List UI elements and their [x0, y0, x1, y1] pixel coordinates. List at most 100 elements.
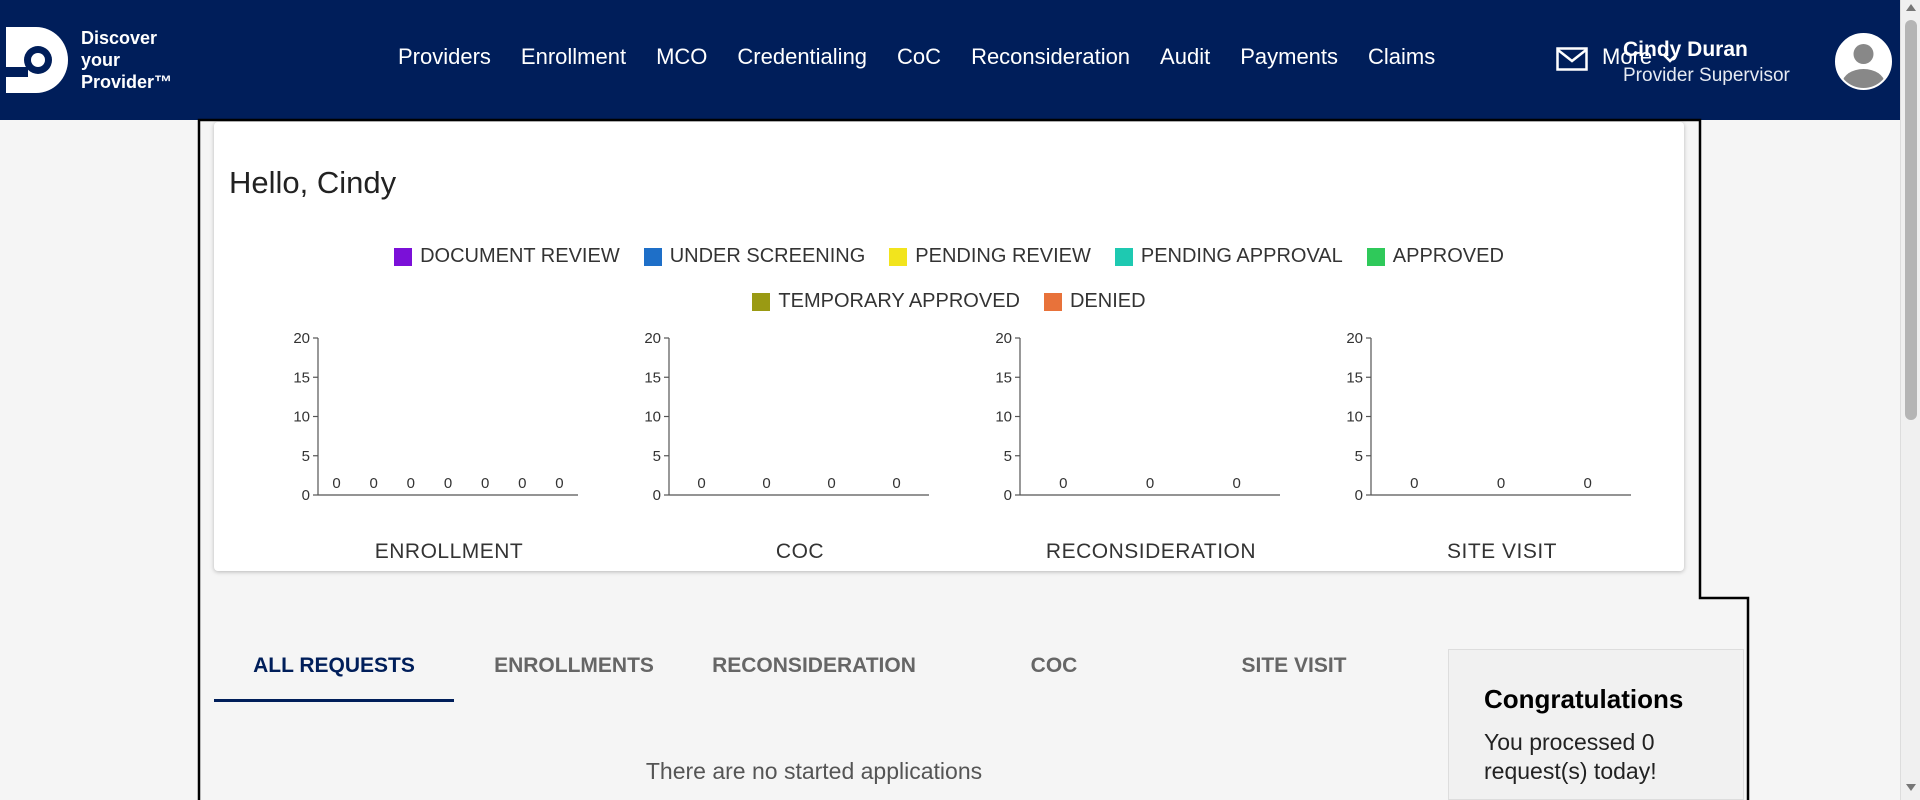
- legend-label: UNDER SCREENING: [669, 245, 866, 267]
- y-tick-label: 10: [1346, 409, 1363, 426]
- legend-swatch: [1114, 247, 1133, 266]
- bar-value-label: 0: [407, 475, 415, 492]
- y-tick-label: 20: [1346, 330, 1363, 347]
- coc-chart: 0 5 10 15 20 0 0 0 0: [644, 330, 929, 504]
- legend-item[interactable]: DOCUMENT REVIEW: [394, 245, 620, 268]
- legend-label: PENDING REVIEW: [915, 245, 1091, 267]
- bar-value-label: 0: [697, 475, 705, 492]
- chart-legend: DOCUMENT REVIEW UNDER SCREENING PENDING …: [214, 245, 1684, 268]
- scroll-up-arrow-icon[interactable]: [1906, 4, 1916, 11]
- legend-label: DENIED: [1069, 290, 1146, 312]
- legend-swatch: [1366, 247, 1385, 266]
- logo-line: your: [81, 50, 121, 70]
- y-tick-label: 0: [302, 487, 310, 504]
- tab-site-visit[interactable]: SITE VISIT: [1174, 640, 1414, 702]
- y-tick-label: 20: [644, 330, 661, 347]
- y-tick-label: 15: [1346, 369, 1363, 386]
- congrats-text: You processed 0 request(s) today!: [1484, 729, 1657, 784]
- top-navigation-bar: Discover your Provider™ Providers Enroll…: [0, 0, 1900, 120]
- empty-state-message: There are no started applications: [645, 758, 983, 784]
- bar-value-label: 0: [1146, 475, 1154, 492]
- bar-value-label: 0: [1232, 475, 1240, 492]
- user-name: Cindy Duran: [1623, 38, 1748, 61]
- discover-provider-logo[interactable]: [6, 27, 70, 93]
- tab-enrollments[interactable]: ENROLLMENTS: [454, 640, 694, 702]
- legend-swatch: [889, 247, 908, 266]
- legend-swatch: [394, 247, 413, 266]
- legend-item[interactable]: TEMPORARY APPROVED: [752, 290, 1020, 313]
- bar-value-label: 0: [892, 475, 900, 492]
- bar-value-label: 0: [827, 475, 835, 492]
- tab-reconsideration[interactable]: RECONSIDERATION: [694, 640, 934, 702]
- user-avatar-icon[interactable]: [1835, 33, 1892, 90]
- legend-swatch: [643, 247, 662, 266]
- tab-coc[interactable]: COC: [934, 640, 1174, 702]
- bar-value-label: 0: [332, 475, 340, 492]
- logo-wordmark: Discover your Provider™: [81, 27, 172, 93]
- nav-item-payments[interactable]: Payments: [1240, 44, 1338, 70]
- user-role: Provider Supervisor: [1623, 65, 1790, 86]
- bar-value-label: 0: [370, 475, 378, 492]
- bar-value-label: 0: [481, 475, 489, 492]
- bar-value-label: 0: [1583, 475, 1591, 492]
- chart-title: COC: [775, 540, 825, 563]
- request-tabs: ALL REQUESTS ENROLLMENTS RECONSIDERATION…: [214, 640, 1414, 702]
- logo-line: Discover: [81, 28, 158, 48]
- y-tick-label: 5: [1355, 448, 1363, 465]
- y-tick-label: 5: [1004, 448, 1012, 465]
- y-tick-label: 10: [644, 409, 661, 426]
- legend-label: PENDING APPROVAL: [1140, 245, 1343, 267]
- y-tick-label: 15: [995, 369, 1012, 386]
- nav-item-claims[interactable]: Claims: [1368, 44, 1435, 70]
- legend-item[interactable]: DENIED: [1043, 290, 1146, 313]
- legend-label: DOCUMENT REVIEW: [420, 245, 620, 267]
- nav-item-audit[interactable]: Audit: [1160, 44, 1210, 70]
- y-tick-label: 0: [653, 487, 661, 504]
- nav-item-reconsideration[interactable]: Reconsideration: [971, 44, 1130, 70]
- y-tick-label: 15: [644, 369, 661, 386]
- nav-item-providers[interactable]: Providers: [398, 44, 491, 70]
- site-visit-chart: 0 5 10 15 20 0 0 0: [1346, 330, 1631, 504]
- scroll-down-arrow-icon[interactable]: [1906, 784, 1916, 791]
- logo-line: Provider™: [81, 72, 173, 92]
- bar-value-label: 0: [1410, 475, 1418, 492]
- page-scrollbar[interactable]: [1900, 0, 1920, 800]
- nav-item-credentialing[interactable]: Credentialing: [737, 44, 867, 70]
- chart-legend-row-2: TEMPORARY APPROVED DENIED: [214, 290, 1684, 313]
- chart-title: SITE VISIT: [1446, 540, 1558, 563]
- bar-value-label: 0: [444, 475, 452, 492]
- bar-value-label: 0: [555, 475, 563, 492]
- reconsideration-chart: 0 5 10 15 20 0 0 0: [995, 330, 1280, 504]
- greeting-heading: Hello, Cindy: [229, 165, 397, 200]
- legend-swatch: [1043, 292, 1062, 311]
- legend-item[interactable]: PENDING APPROVAL: [1114, 245, 1343, 268]
- chart-title: ENROLLMENT: [374, 540, 524, 563]
- y-tick-label: 20: [293, 330, 310, 347]
- legend-label: TEMPORARY APPROVED: [778, 290, 1020, 312]
- legend-item[interactable]: UNDER SCREENING: [643, 245, 866, 268]
- bar-value-label: 0: [762, 475, 770, 492]
- legend-item[interactable]: PENDING REVIEW: [889, 245, 1091, 268]
- mail-icon[interactable]: [1556, 47, 1588, 71]
- congrats-panel: Congratulations You processed 0 request(…: [1448, 649, 1744, 800]
- chart-title: RECONSIDERATION: [1045, 540, 1257, 563]
- bar-value-label: 0: [1497, 475, 1505, 492]
- y-tick-label: 5: [302, 448, 310, 465]
- y-tick-label: 20: [995, 330, 1012, 347]
- main-nav: Providers Enrollment MCO Credentialing C…: [398, 44, 1465, 70]
- y-tick-label: 15: [293, 369, 310, 386]
- bar-value-label: 0: [518, 475, 526, 492]
- nav-item-coc[interactable]: CoC: [897, 44, 941, 70]
- legend-label: APPROVED: [1392, 245, 1504, 267]
- nav-item-mco[interactable]: MCO: [656, 44, 707, 70]
- congrats-title: Congratulations: [1484, 684, 1684, 714]
- y-tick-label: 0: [1355, 487, 1363, 504]
- legend-swatch: [752, 292, 771, 311]
- enrollment-chart: 0 5 10 15 20 0 0 0 0 0 0 0: [293, 330, 578, 504]
- legend-item[interactable]: APPROVED: [1366, 245, 1504, 268]
- tab-all-requests[interactable]: ALL REQUESTS: [214, 640, 454, 702]
- scrollbar-thumb[interactable]: [1905, 20, 1917, 420]
- bar-value-label: 0: [1059, 475, 1067, 492]
- nav-item-enrollment[interactable]: Enrollment: [521, 44, 626, 70]
- y-tick-label: 5: [653, 448, 661, 465]
